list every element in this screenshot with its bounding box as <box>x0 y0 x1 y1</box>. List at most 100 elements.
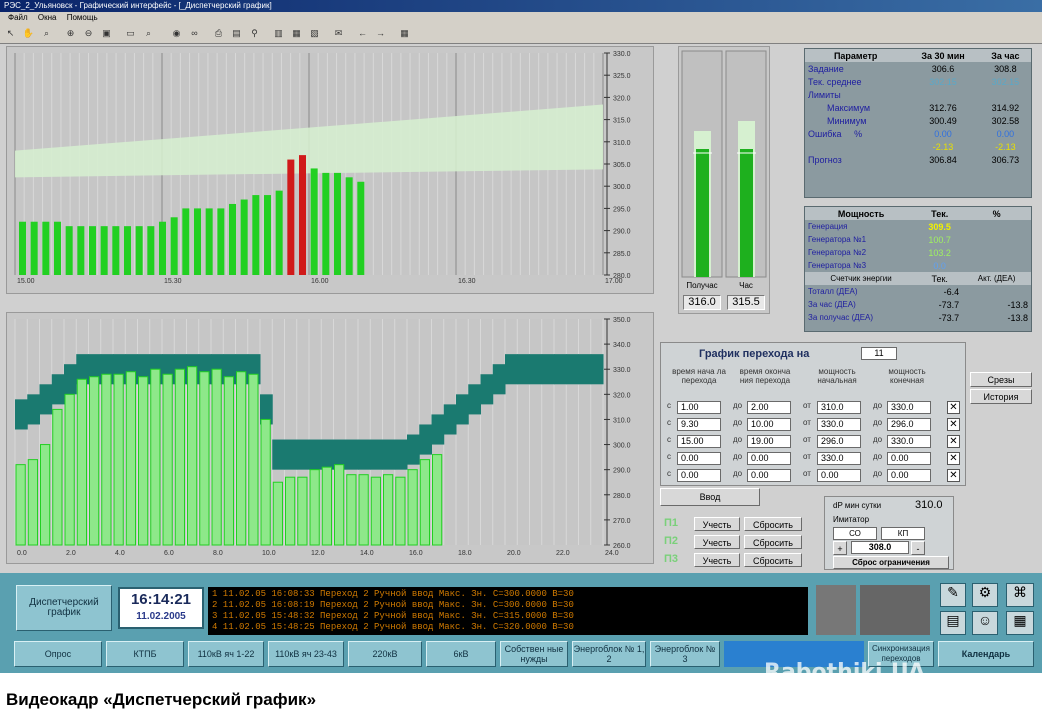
start-power-input[interactable]: 0.00 <box>817 469 861 482</box>
history-button[interactable]: История <box>970 389 1032 404</box>
params-v2: -2.13 <box>995 141 1016 152</box>
bar <box>370 476 381 546</box>
end-time-input[interactable]: 2.00 <box>747 401 791 414</box>
pin-icon[interactable]: ⚲ <box>248 27 261 40</box>
chat-icon[interactable]: ✉ <box>332 27 345 40</box>
tools-icon[interactable]: ✎ <box>940 583 966 607</box>
corrector-plus-button[interactable]: + <box>833 541 847 555</box>
layout-icon[interactable]: ▥ <box>272 27 285 40</box>
zoom-out-icon[interactable]: ⊖ <box>82 27 95 40</box>
corrector-c2[interactable]: КП <box>881 527 925 540</box>
end-power-input[interactable]: 296.0 <box>887 418 931 431</box>
end-power-input[interactable]: 330.0 <box>887 401 931 414</box>
hand-icon[interactable]: ✋ <box>22 27 35 40</box>
search-icon[interactable]: ⌕ <box>142 27 155 40</box>
calendar-button[interactable]: Календарь <box>938 641 1034 667</box>
delete-row-icon[interactable]: ✕ <box>947 435 960 448</box>
network-icon[interactable]: ⌘ <box>1006 583 1034 607</box>
dispatch-schedule-button[interactable]: Диспетчерский график <box>16 585 112 631</box>
document-icon[interactable]: ▤ <box>940 611 966 635</box>
gauge-half-value: 316.0 <box>683 295 721 310</box>
slices-button[interactable]: Срезы <box>970 372 1032 387</box>
pointer-icon[interactable]: ↖ <box>4 27 17 40</box>
end-power-input[interactable]: 330.0 <box>887 435 931 448</box>
menu-help[interactable]: Помощь <box>67 13 98 22</box>
acc-reset-button[interactable]: Сбросить <box>744 553 802 567</box>
nav-220[interactable]: 220кВ <box>348 641 422 667</box>
end-power-input[interactable]: 0.00 <box>887 452 931 465</box>
to-label: до <box>873 452 883 461</box>
gauge-bar-half <box>696 149 709 277</box>
x-tick-label: 15.00 <box>17 278 35 285</box>
start-time-input[interactable]: 1.00 <box>677 401 721 414</box>
end-time-input[interactable]: 10.00 <box>747 418 791 431</box>
fit-icon[interactable]: ▣ <box>100 27 113 40</box>
nav-6kv[interactable]: 6кВ <box>426 641 496 667</box>
event-log: 1 11.02.05 16:08:33 Переход 2 Ручной вво… <box>208 587 808 635</box>
acc-apply-button[interactable]: Учесть <box>694 553 740 567</box>
zoom-icon[interactable]: ⌕ <box>40 27 53 40</box>
corrector-value2[interactable]: 308.0 <box>851 541 909 554</box>
start-time-input[interactable]: 0.00 <box>677 452 721 465</box>
nav-110-1[interactable]: 110кВ яч 1-22 <box>188 641 264 667</box>
start-power-input[interactable]: 296.0 <box>817 435 861 448</box>
settings-icon[interactable]: ⚙ <box>972 583 998 607</box>
params-v1 <box>906 88 979 101</box>
start-power-input[interactable]: 310.0 <box>817 401 861 414</box>
acc-reset-button[interactable]: Сбросить <box>744 535 802 549</box>
bar <box>101 373 112 546</box>
params-v1: -2.13 <box>932 141 954 152</box>
delete-row-icon[interactable]: ✕ <box>947 418 960 431</box>
layout2-icon[interactable]: ▦ <box>290 27 303 40</box>
menu-file[interactable]: Файл <box>8 13 28 22</box>
acc-apply-button[interactable]: Учесть <box>694 535 740 549</box>
nav-poll[interactable]: Опрос <box>14 641 102 667</box>
x-tick-label: 6.0 <box>164 550 174 557</box>
layout3-icon[interactable]: ▧ <box>308 27 321 40</box>
start-power-input[interactable]: 330.0 <box>817 418 861 431</box>
corrector-reset-button[interactable]: Сброс ограничения <box>833 556 949 569</box>
forward-icon[interactable]: → <box>374 27 387 40</box>
nav-own-needs[interactable]: Собствен ные нужды <box>500 641 568 667</box>
chart-icon[interactable]: ▦ <box>1006 611 1034 635</box>
y-tick-label: 280.0 <box>613 493 631 500</box>
bar <box>42 221 50 275</box>
delete-row-icon[interactable]: ✕ <box>947 401 960 414</box>
bar <box>170 217 178 275</box>
start-time-input[interactable]: 15.00 <box>677 435 721 448</box>
params-label: Ошибка % <box>805 127 906 140</box>
end-time-input[interactable]: 0.00 <box>747 469 791 482</box>
delete-row-icon[interactable]: ✕ <box>947 452 960 465</box>
menu-windows[interactable]: Окна <box>38 13 57 22</box>
start-time-input[interactable]: 0.00 <box>677 469 721 482</box>
corrector-c1[interactable]: СО <box>833 527 877 540</box>
transition-hour-input[interactable]: 11 <box>861 347 897 360</box>
zoom-in-icon[interactable]: ⊕ <box>64 27 77 40</box>
nav-110-2[interactable]: 110кВ яч 23-43 <box>268 641 344 667</box>
input-button[interactable]: Ввод <box>660 488 760 506</box>
corrector-minus-button[interactable]: - <box>911 541 925 555</box>
start-time-input[interactable]: 9.30 <box>677 418 721 431</box>
end-time-input[interactable]: 0.00 <box>747 452 791 465</box>
binoculars-icon[interactable]: ∞ <box>188 27 201 40</box>
bar <box>252 195 260 275</box>
globe-icon[interactable]: ◉ <box>170 27 183 40</box>
nav-unit-3[interactable]: Энергоблок № 3 <box>650 641 720 667</box>
band-step <box>296 439 310 470</box>
power-v2 <box>962 220 1031 233</box>
users-icon[interactable]: ☺ <box>972 611 998 635</box>
window-icon[interactable]: ▭ <box>124 27 137 40</box>
back-icon[interactable]: ← <box>356 27 369 40</box>
nav-ktpb[interactable]: КТПБ <box>106 641 184 667</box>
end-power-input[interactable]: 0.00 <box>887 469 931 482</box>
print-icon[interactable]: ⎙ <box>212 27 225 40</box>
acc-apply-button[interactable]: Учесть <box>694 517 740 531</box>
start-power-input[interactable]: 330.0 <box>817 452 861 465</box>
end-time-input[interactable]: 19.00 <box>747 435 791 448</box>
delete-row-icon[interactable]: ✕ <box>947 469 960 482</box>
bar <box>407 469 418 546</box>
nav-unit-12[interactable]: Энергоблок № 1, 2 <box>572 641 646 667</box>
preview-icon[interactable]: ▤ <box>230 27 243 40</box>
acc-reset-button[interactable]: Сбросить <box>744 517 802 531</box>
grid-icon[interactable]: ▦ <box>398 27 411 40</box>
